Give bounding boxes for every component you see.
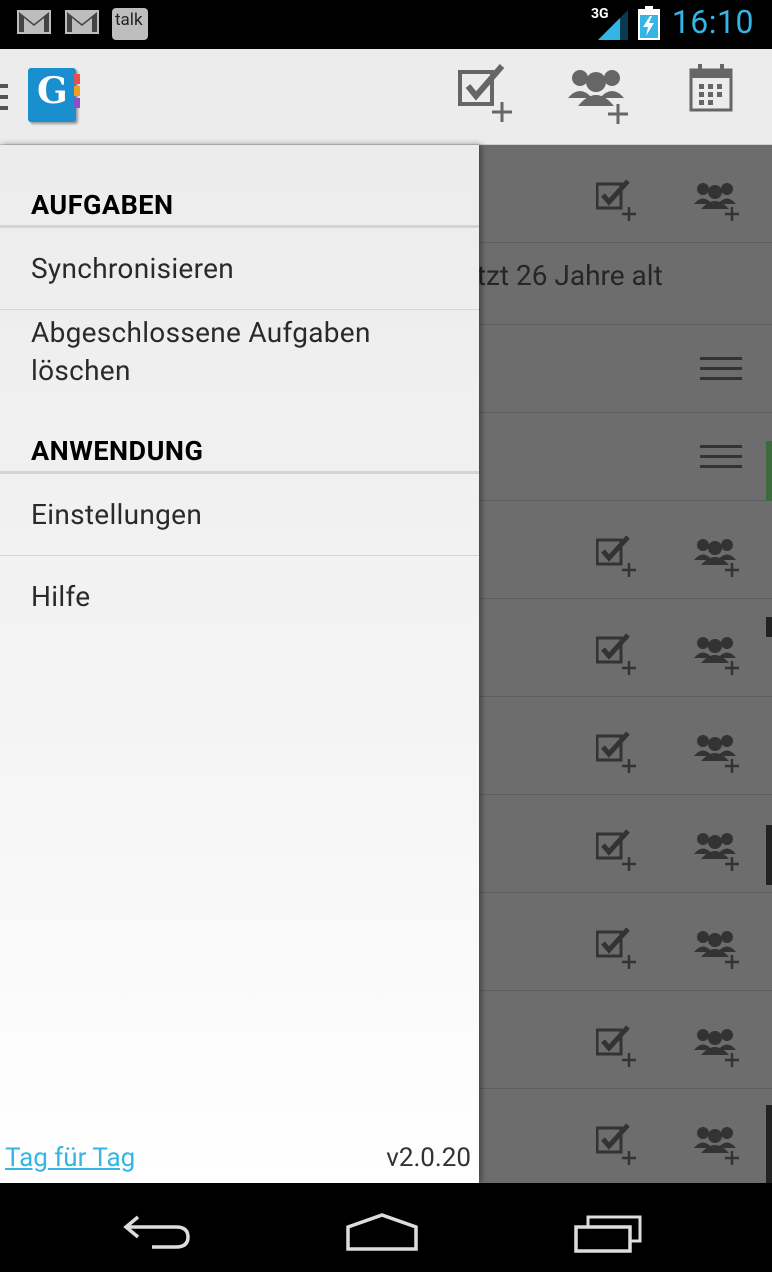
menu-item-settings[interactable]: Einstellungen — [0, 474, 479, 556]
add-task-icon — [596, 179, 636, 221]
talk-label: talk — [115, 10, 143, 30]
add-contact-group-icon — [694, 183, 739, 221]
menu-item-help[interactable]: Hilfe — [0, 556, 479, 638]
add-task-icon — [596, 927, 636, 969]
navigation-drawer: AUFGABEN Synchronisieren Abgeschlossene … — [0, 145, 479, 1183]
section-header-aufgaben: AUFGABEN — [31, 189, 174, 221]
add-task-icon — [596, 731, 636, 773]
page-edge — [766, 441, 772, 501]
app-logo[interactable]: G — [26, 66, 82, 124]
battery-charging-icon — [638, 6, 660, 40]
menu-item-label: Hilfe — [31, 580, 91, 613]
add-task-icon[interactable] — [458, 64, 516, 124]
version-label: v2.0.20 — [386, 1143, 471, 1173]
page-edge — [766, 1105, 772, 1183]
section-header-anwendung: ANWENDUNG — [31, 435, 204, 467]
status-bar: talk 3G 16:10 — [0, 0, 772, 49]
menu-item-label: Abgeschlossene Aufgaben löschen — [31, 316, 371, 387]
action-bar — [0, 49, 772, 145]
add-contact-group-icon — [694, 931, 739, 969]
menu-item-delete-completed[interactable]: Abgeschlossene Aufgaben löschen — [0, 310, 479, 400]
add-task-icon — [596, 829, 636, 871]
drag-handle-icon — [700, 445, 742, 468]
add-contact-group-icon — [694, 1029, 739, 1067]
add-task-icon — [596, 633, 636, 675]
add-contact-group-icon — [694, 735, 739, 773]
add-contact-group-icon — [694, 637, 739, 675]
app-website-link[interactable]: Tag für Tag — [5, 1143, 135, 1173]
app-logo-letter: G — [37, 70, 68, 112]
add-task-icon — [596, 1025, 636, 1067]
talk-icon: talk — [112, 8, 148, 40]
gmail-icon — [65, 10, 99, 34]
menu-item-sync[interactable]: Synchronisieren — [0, 228, 479, 310]
add-task-icon — [596, 535, 636, 577]
drawer-indicator-icon[interactable] — [0, 84, 10, 112]
back-icon[interactable] — [122, 1213, 192, 1251]
recent-apps-icon[interactable] — [572, 1215, 644, 1253]
gmail-icon — [17, 10, 51, 34]
system-nav-bar — [0, 1183, 772, 1272]
add-contact-group-icon — [694, 539, 739, 577]
row-text: etzt 26 Jahre alt — [462, 259, 663, 292]
menu-item-label: Synchronisieren — [31, 252, 235, 285]
calendar-icon[interactable] — [689, 64, 733, 112]
drag-handle-icon — [700, 357, 742, 380]
add-contact-group-icon[interactable] — [566, 64, 630, 124]
menu-item-label: Einstellungen — [31, 498, 203, 531]
add-task-icon — [596, 1123, 636, 1165]
add-contact-group-icon — [694, 1127, 739, 1165]
home-icon[interactable] — [344, 1213, 420, 1253]
page-edge — [766, 825, 772, 885]
signal-icon — [598, 10, 628, 40]
add-contact-group-icon — [694, 833, 739, 871]
clock: 16:10 — [671, 3, 754, 41]
page-edge — [766, 617, 772, 637]
